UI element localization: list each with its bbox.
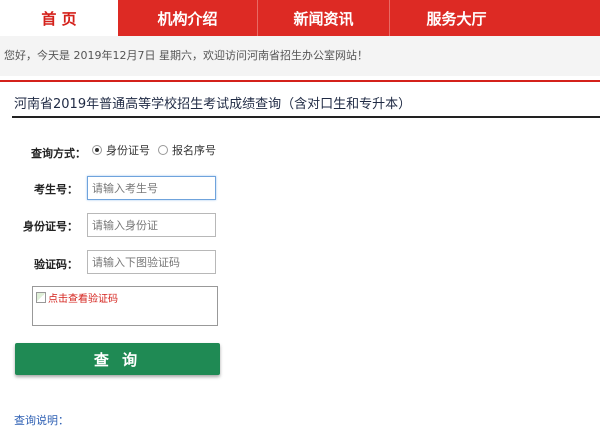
radio-registration-no[interactable]: 报名序号 [158,142,216,158]
radio-label: 身份证号 [106,144,150,157]
tab-service[interactable]: 服务大厅 [390,0,523,36]
radio-button[interactable] [92,145,102,155]
page-title: 河南省2019年普通高等学校招生考试成绩查询（含对口生和专升本） [14,97,412,112]
radio-id-card[interactable]: 身份证号 [92,142,150,158]
radio-button[interactable] [158,145,168,155]
nav-filler [523,0,600,36]
captcha-image[interactable]: 点击查看验证码 [32,286,218,326]
tab-institution[interactable]: 机构介绍 [118,0,258,36]
captcha-input[interactable] [87,250,216,274]
captcha-alt-text: 点击查看验证码 [48,294,118,305]
tab-home[interactable]: 首 页 [0,0,118,36]
query-method-label: 查询方式： [31,147,86,160]
top-nav: 首 页 机构介绍 新闻资讯 服务大厅 [0,0,600,36]
broken-image-icon [36,292,46,303]
captcha-broken-image[interactable]: 点击查看验证码 [36,290,118,305]
query-button[interactable]: 查 询 [15,343,220,375]
exam-no-input[interactable] [87,176,216,200]
title-divider [12,116,600,118]
welcome-text: 您好，今天是 2019年12月7日 星期六，欢迎访问河南省招生办公室网站！ [4,49,368,62]
id-number-label: 身份证号： [23,220,78,233]
id-number-input[interactable] [87,213,216,237]
captcha-label: 验证码： [34,258,78,271]
divider [0,80,600,82]
welcome-bar: 您好，今天是 2019年12月7日 星期六，欢迎访问河南省招生办公室网站！ [0,36,600,76]
radio-label: 报名序号 [172,144,216,157]
exam-no-label: 考生号： [34,183,78,196]
query-method-radios: 身份证号 报名序号 [92,142,224,158]
tab-news[interactable]: 新闻资讯 [258,0,390,36]
